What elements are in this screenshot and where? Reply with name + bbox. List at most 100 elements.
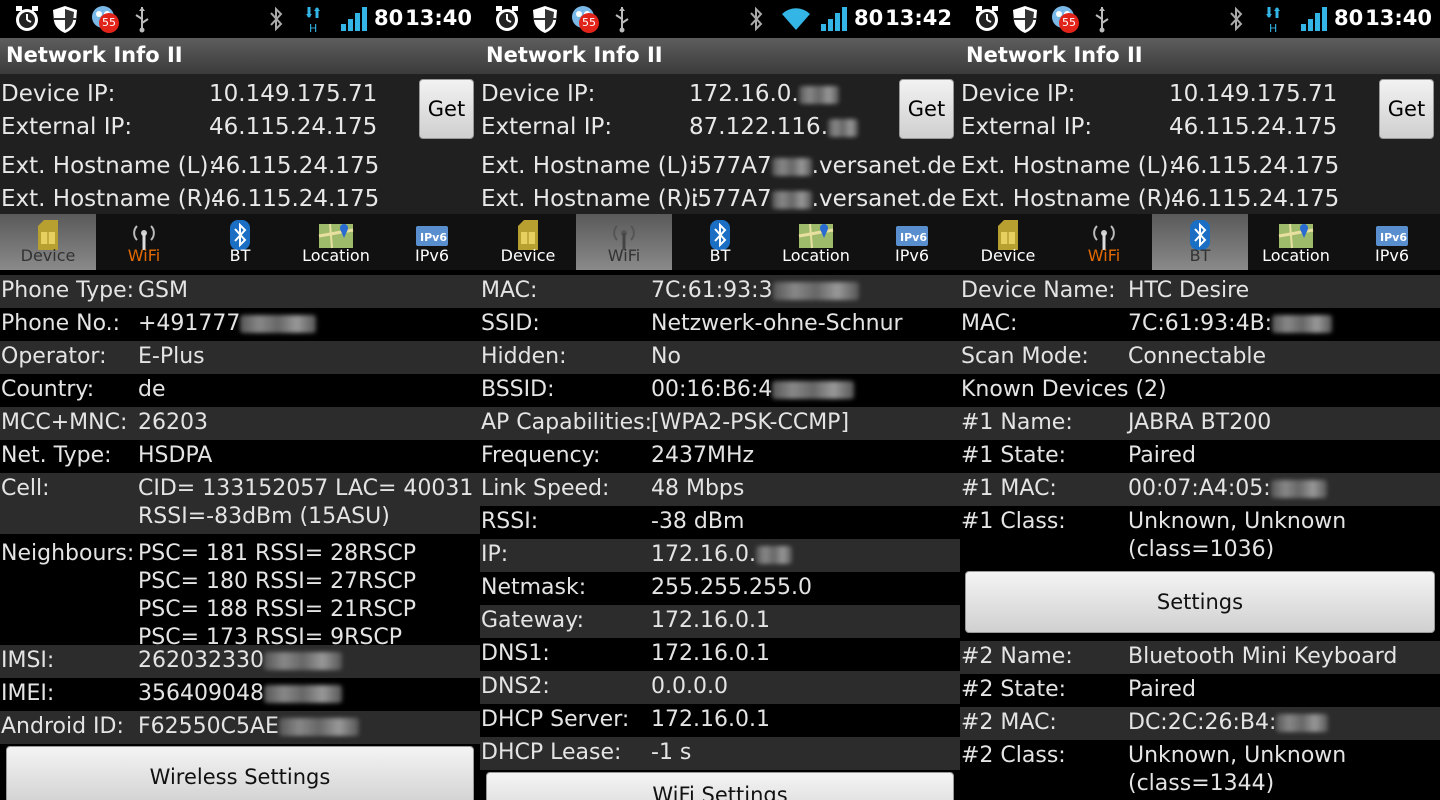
ext-hostname-l-label: Ext. Hostname (L): bbox=[961, 153, 1177, 179]
external-ip-value: 87.122.116. bbox=[689, 111, 858, 144]
tab-label: IPv6 bbox=[1374, 246, 1409, 265]
tab-location[interactable]: Location bbox=[768, 214, 864, 270]
signal-icon bbox=[1300, 4, 1330, 34]
list-item: IP: 172.16.0. bbox=[480, 539, 960, 572]
hsdpa-icon: H bbox=[1263, 4, 1285, 34]
redacted-blur bbox=[1272, 315, 1333, 333]
get-button[interactable]: Get bbox=[899, 79, 954, 139]
redacted-blur bbox=[263, 652, 342, 670]
tab-bt[interactable]: BT bbox=[1152, 214, 1248, 270]
panel-wifi: 55 80 13:42 Network Info II Device IP: 1… bbox=[480, 0, 960, 800]
list-item: #2 Class: Unknown, Unknown (class=1344) bbox=[960, 740, 1440, 800]
list-item: Neighbours: PSC= 181 RSSI= 28RSCP PSC= 18… bbox=[0, 534, 480, 650]
list-item: IMEI: 356409048 bbox=[0, 678, 480, 711]
clock: 13:40 bbox=[1365, 6, 1432, 30]
ext-hostname-r-value: 46.115.24.175 bbox=[1171, 186, 1340, 212]
redacted-blur bbox=[772, 381, 855, 399]
ext-hostname-r-row: Ext. Hostname (R): 46.115.24.175 bbox=[960, 183, 1440, 216]
app-title: Network Info II bbox=[6, 43, 183, 67]
tab-label: Location bbox=[782, 246, 850, 265]
tab-bar: Device WiFi BT Location IPv6 IPv6 bbox=[960, 214, 1440, 270]
external-ip-label: External IP: bbox=[481, 114, 613, 140]
ext-hostname-l-value: i577A7 .versanet.de bbox=[691, 153, 957, 179]
list-item: DHCP Server: 172.16.0.1 bbox=[480, 704, 960, 737]
settings-button[interactable]: Settings bbox=[965, 571, 1435, 633]
tab-label: Location bbox=[302, 246, 370, 265]
list-item: #1 State: Paired bbox=[960, 440, 1440, 473]
usb-icon bbox=[1093, 4, 1111, 34]
tab-device[interactable]: Device bbox=[480, 214, 576, 270]
tab-location[interactable]: Location bbox=[1248, 214, 1344, 270]
panel-bluetooth: 55 H 80 13:40 Network Info II Device IP:… bbox=[960, 0, 1440, 800]
wifi-settings-button[interactable]: WiFi Settings bbox=[486, 772, 954, 800]
ext-hostname-r-label: Ext. Hostname (R): bbox=[1, 186, 220, 212]
svg-text:H: H bbox=[309, 22, 317, 34]
class-values: Unknown, Unknown (class=1036) bbox=[1128, 509, 1347, 562]
tab-ipv6[interactable]: IPv6 IPv6 bbox=[864, 214, 960, 270]
neighbours-values: PSC= 181 RSSI= 28RSCP PSC= 180 RSSI= 27RS… bbox=[138, 541, 417, 650]
list-item: DNS2: 0.0.0.0 bbox=[480, 671, 960, 704]
list-item: MAC: 7C:61:93:3 bbox=[480, 275, 960, 308]
tab-device[interactable]: Device bbox=[0, 214, 96, 270]
tab-wifi[interactable]: WiFi bbox=[96, 214, 192, 270]
get-button[interactable]: Get bbox=[1379, 79, 1434, 139]
svg-text:IPv6: IPv6 bbox=[420, 231, 447, 244]
status-bar: 55 H 80 13:40 bbox=[960, 0, 1440, 38]
notification-app-icon: 55 bbox=[1048, 4, 1082, 34]
device-ip-row: Device IP: 10.149.175.71 bbox=[960, 78, 1440, 111]
cell-values: CID= 133152057 LAC= 40031 RSSI=-83dBm (15… bbox=[138, 476, 474, 529]
redacted-blur bbox=[828, 118, 858, 137]
device-ip-label: Device IP: bbox=[1, 81, 116, 107]
app-title: Network Info II bbox=[966, 43, 1143, 67]
notification-count-badge: 55 bbox=[1059, 13, 1079, 33]
alarm-icon bbox=[492, 4, 522, 34]
tab-label: BT bbox=[229, 246, 251, 265]
tab-label: IPv6 bbox=[414, 246, 449, 265]
ext-hostname-l-row: Ext. Hostname (L): i577A7 .versanet.de bbox=[480, 150, 960, 183]
alarm-icon bbox=[972, 4, 1002, 34]
notification-app-icon: 55 bbox=[568, 4, 602, 34]
tab-bt[interactable]: BT bbox=[672, 214, 768, 270]
svg-text:IPv6: IPv6 bbox=[900, 231, 927, 244]
list-item: Country: de bbox=[0, 374, 480, 407]
list-item: AP Capabilities: [WPA2-PSK-CCMP] bbox=[480, 407, 960, 440]
info-header: Device IP: 10.149.175.71 External IP: 46… bbox=[960, 75, 1440, 214]
ext-hostname-r-label: Ext. Hostname (R): bbox=[481, 186, 700, 212]
tab-label: Device bbox=[20, 246, 76, 265]
tab-bar: Device WiFi BT Location IPv6 IPv6 bbox=[480, 214, 960, 270]
tab-label: WiFi bbox=[607, 246, 641, 265]
ext-hostname-l-value: 46.115.24.175 bbox=[211, 153, 380, 179]
signal-icon bbox=[820, 4, 850, 34]
ext-hostname-l-label: Ext. Hostname (L): bbox=[1, 153, 217, 179]
tab-wifi[interactable]: WiFi bbox=[1056, 214, 1152, 270]
ext-hostname-r-row: Ext. Hostname (R): 46.115.24.175 bbox=[0, 183, 480, 216]
redacted-blur bbox=[278, 718, 359, 736]
tab-ipv6[interactable]: IPv6 IPv6 bbox=[384, 214, 480, 270]
list-item: Device Name: HTC Desire bbox=[960, 275, 1440, 308]
list-item: Phone Type: GSM bbox=[0, 275, 480, 308]
ext-hostname-l-label: Ext. Hostname (L): bbox=[481, 153, 697, 179]
hsdpa-icon: H bbox=[303, 4, 325, 34]
tab-wifi[interactable]: WiFi bbox=[576, 214, 672, 270]
clock: 13:42 bbox=[885, 6, 952, 30]
notification-count-badge: 55 bbox=[579, 13, 599, 33]
list-item: RSSI: -38 dBm bbox=[480, 506, 960, 539]
tab-label: Device bbox=[980, 246, 1036, 265]
usb-icon bbox=[613, 4, 631, 34]
tab-bt[interactable]: BT bbox=[192, 214, 288, 270]
tab-device[interactable]: Device bbox=[960, 214, 1056, 270]
shield-icon bbox=[531, 4, 559, 34]
tab-location[interactable]: Location bbox=[288, 214, 384, 270]
device-ip-row: Device IP: 172.16.0. bbox=[480, 78, 960, 111]
get-button[interactable]: Get bbox=[419, 79, 474, 139]
redacted-blur bbox=[771, 157, 812, 176]
wireless-settings-button[interactable]: Wireless Settings bbox=[6, 746, 474, 800]
redacted-blur bbox=[798, 85, 839, 104]
list-item: Hidden: No bbox=[480, 341, 960, 374]
external-ip-row: External IP: 87.122.116. bbox=[480, 111, 960, 144]
title-bar: Network Info II bbox=[960, 38, 1440, 75]
tab-ipv6[interactable]: IPv6 IPv6 bbox=[1344, 214, 1440, 270]
list-item: #2 State: Paired bbox=[960, 674, 1440, 707]
status-bar: 55 80 13:42 bbox=[480, 0, 960, 38]
list-item: #1 Class: Unknown, Unknown (class=1036) bbox=[960, 506, 1440, 568]
